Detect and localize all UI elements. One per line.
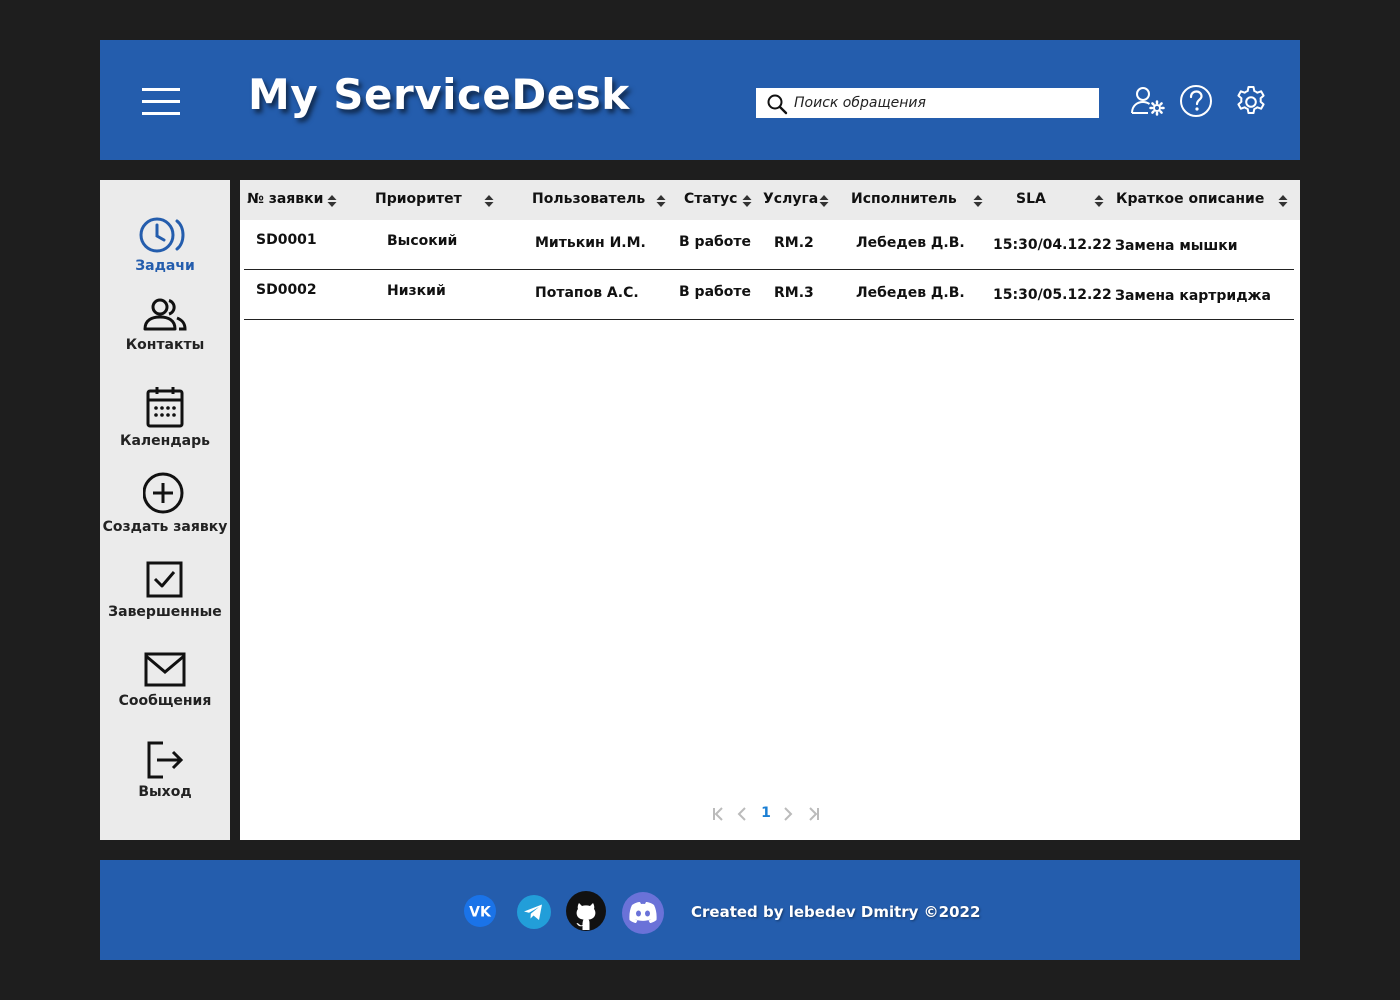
- plus-circle-icon: [143, 472, 184, 514]
- github-icon[interactable]: [565, 890, 607, 932]
- col-header-assignee[interactable]: Исполнитель: [851, 191, 957, 207]
- col-header-user[interactable]: Пользователь: [532, 191, 645, 207]
- sidebar-item-label: Завершенные: [108, 604, 222, 620]
- table-header: № заявки Приоритет Пользователь Статус У…: [240, 180, 1300, 220]
- sidebar-item-label: Сообщения: [118, 693, 212, 709]
- settings-gear-icon[interactable]: [1233, 83, 1269, 119]
- next-page-icon[interactable]: [780, 804, 796, 824]
- vk-icon[interactable]: VK: [463, 894, 497, 928]
- cell-priority: Низкий: [387, 283, 446, 299]
- cell-service: RM.2: [774, 235, 814, 251]
- header: My ServiceDesk: [100, 40, 1300, 160]
- cell-number: SD0001: [256, 232, 317, 248]
- page-number-current[interactable]: 1: [758, 805, 774, 825]
- telegram-icon[interactable]: [516, 894, 552, 930]
- cell-description: Замена картриджа: [1115, 288, 1271, 304]
- sort-icon[interactable]: [327, 194, 337, 208]
- cell-assignee: Лебедев Д.В.: [856, 235, 965, 251]
- col-header-service[interactable]: Услуга: [763, 191, 818, 207]
- cell-description: Замена мышки: [1115, 238, 1238, 254]
- checkbox-icon: [146, 561, 183, 598]
- sidebar-item-label: Календарь: [120, 433, 210, 449]
- requests-panel: № заявки Приоритет Пользователь Статус У…: [240, 180, 1300, 840]
- cell-user: Потапов А.С.: [535, 285, 639, 301]
- cell-sla: 15:30/04.12.22: [993, 237, 1112, 253]
- sidebar-item-tasks[interactable]: Задачи: [100, 216, 230, 274]
- first-page-icon[interactable]: [710, 804, 726, 824]
- footer-credit: Created by lebedev Dmitry ©2022: [691, 903, 981, 921]
- col-header-description[interactable]: Краткое описание: [1116, 191, 1264, 207]
- discord-icon[interactable]: [621, 891, 665, 935]
- svg-text:VK: VK: [469, 905, 492, 921]
- footer: VK Created by lebedev Dmitry ©2022: [100, 860, 1300, 960]
- help-icon[interactable]: [1178, 83, 1214, 119]
- sidebar-item-label: Создать заявку: [102, 519, 228, 535]
- cell-assignee: Лебедев Д.В.: [856, 285, 965, 301]
- calendar-icon: [146, 387, 184, 428]
- envelope-icon: [144, 652, 186, 687]
- sidebar-item-create-request[interactable]: Создать заявку: [100, 471, 230, 535]
- sort-icon[interactable]: [656, 194, 666, 208]
- pagination: 1: [710, 804, 830, 824]
- last-page-icon[interactable]: [806, 804, 822, 824]
- sidebar-item-messages[interactable]: Сообщения: [100, 651, 230, 709]
- col-header-status[interactable]: Статус: [684, 191, 737, 207]
- table-row[interactable]: SD0001 Высокий Митькин И.М. В работе RM.…: [244, 220, 1294, 270]
- cell-status: В работе: [679, 234, 752, 250]
- prev-page-icon[interactable]: [734, 804, 750, 824]
- col-header-sla[interactable]: SLA: [1016, 191, 1046, 207]
- table-row[interactable]: SD0002 Низкий Потапов А.С. В работе RM.3…: [244, 270, 1294, 320]
- user-settings-icon[interactable]: [1130, 83, 1166, 119]
- app-logo[interactable]: My ServiceDesk: [248, 70, 630, 119]
- cell-priority: Высокий: [387, 233, 458, 249]
- col-header-number[interactable]: № заявки: [247, 191, 323, 207]
- clock-icon: [139, 217, 185, 253]
- menu-icon[interactable]: [142, 88, 180, 116]
- cell-user: Митькин И.М.: [535, 235, 646, 251]
- sort-icon[interactable]: [1278, 194, 1288, 208]
- sidebar-item-calendar[interactable]: Календарь: [100, 385, 230, 449]
- contacts-icon: [143, 298, 187, 331]
- cell-sla: 15:30/05.12.22: [993, 287, 1112, 303]
- logout-icon: [147, 741, 184, 779]
- sort-icon[interactable]: [973, 194, 983, 208]
- sidebar-item-completed[interactable]: Завершенные: [100, 560, 230, 620]
- sidebar-item-label: Контакты: [125, 337, 205, 353]
- search-icon: [767, 94, 788, 115]
- sort-icon[interactable]: [819, 194, 829, 208]
- cell-status: В работе: [679, 284, 752, 300]
- sidebar-item-contacts[interactable]: Контакты: [100, 297, 230, 353]
- search-box[interactable]: [756, 88, 1099, 118]
- sidebar-item-label: Задачи: [135, 258, 195, 274]
- col-header-priority[interactable]: Приоритет: [375, 191, 462, 207]
- sort-icon[interactable]: [1094, 194, 1104, 208]
- sidebar-item-logout[interactable]: Выход: [100, 740, 230, 800]
- search-input[interactable]: [794, 91, 1089, 115]
- sidebar-item-label: Выход: [138, 784, 192, 800]
- sort-icon[interactable]: [484, 194, 494, 208]
- cell-number: SD0002: [256, 282, 317, 298]
- sidebar: Задачи Контакты Календарь Создать заявку…: [100, 180, 230, 840]
- sort-icon[interactable]: [742, 194, 752, 208]
- cell-service: RM.3: [774, 285, 814, 301]
